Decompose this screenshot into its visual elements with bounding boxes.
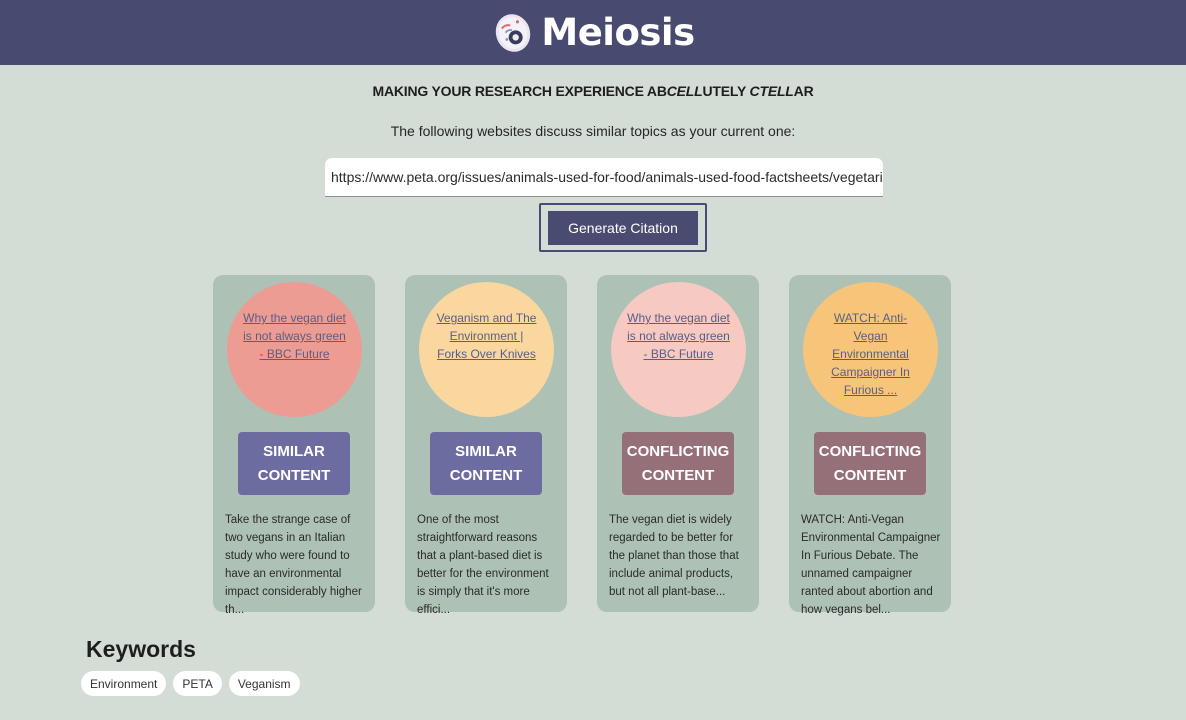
app-name: Meiosis [541, 11, 695, 54]
url-input[interactable]: https://www.peta.org/issues/animals-used… [325, 158, 883, 197]
tagline-part: MAKING YOUR RESEARCH EXPERIENCE AB [372, 83, 667, 99]
content-type-badge[interactable]: CONFLICTING CONTENT [814, 432, 926, 495]
result-description: One of the most straightforward reasons … [417, 514, 549, 616]
badge-line: CONFLICTING [818, 442, 922, 460]
tagline-emphasis: TELL [759, 83, 794, 99]
result-card: Why the vegan diet is not always green -… [597, 275, 759, 612]
cell-logo-icon [496, 13, 531, 52]
result-link[interactable]: Veganism and The Environment | Forks Ove… [435, 309, 539, 363]
keyword-chip[interactable]: Veganism [228, 671, 300, 696]
keyword-chip[interactable]: PETA [173, 671, 222, 696]
keywords-heading: Keywords [86, 636, 196, 662]
tagline-emphasis: C [749, 83, 760, 99]
badge-line: CONTENT [641, 466, 715, 484]
badge-line: CONFLICTING [626, 442, 730, 460]
intro-text: The following websites discuss similar t… [390, 123, 796, 139]
result-circle: Why the vegan diet is not always green -… [611, 282, 746, 417]
generate-citation-button[interactable]: Generate Citation [548, 210, 698, 245]
tagline-part: UTELY [702, 83, 750, 99]
badge-line: CONTENT [449, 466, 523, 484]
content-type-badge[interactable]: CONFLICTING CONTENT [622, 432, 734, 495]
citation-button-frame: Generate Citation [539, 203, 707, 252]
result-link[interactable]: Why the vegan diet is not always green -… [243, 309, 347, 363]
result-circle: WATCH: Anti-Vegan Environmental Campaign… [803, 282, 938, 417]
badge-line: SIMILAR [455, 442, 517, 460]
app-header: Meiosis [0, 0, 1186, 65]
badge-line: SIMILAR [263, 442, 325, 460]
result-card: WATCH: Anti-Vegan Environmental Campaign… [789, 275, 951, 616]
result-description: WATCH: Anti-Vegan Environmental Campaign… [801, 514, 941, 616]
badge-line: CONTENT [833, 466, 907, 484]
keyword-chip[interactable]: Environment [81, 671, 167, 696]
result-circle: Veganism and The Environment | Forks Ove… [419, 282, 554, 417]
content-type-badge[interactable]: SIMILAR CONTENT [430, 432, 542, 495]
badge-line: CONTENT [257, 466, 331, 484]
content-type-badge[interactable]: SIMILAR CONTENT [238, 432, 350, 495]
keyword-chips: Environment PETA Veganism [81, 671, 300, 696]
app-logo[interactable]: Meiosis [491, 11, 695, 55]
result-card: Veganism and The Environment | Forks Ove… [405, 275, 567, 616]
tagline-part: AR [793, 83, 814, 99]
result-link[interactable]: Why the vegan diet is not always green -… [627, 309, 731, 363]
result-description: The vegan diet is widely regarded to be … [609, 514, 739, 598]
result-card: Why the vegan diet is not always green -… [213, 275, 375, 616]
result-link[interactable]: WATCH: Anti-Vegan Environmental Campaign… [819, 309, 923, 399]
result-description: Take the strange case of two vegans in a… [225, 514, 362, 616]
result-circle: Why the vegan diet is not always green -… [227, 282, 362, 417]
tagline-emphasis: CELL [666, 83, 703, 99]
tagline: MAKING YOUR RESEARCH EXPERIENCE ABCELLUT… [0, 83, 1186, 99]
